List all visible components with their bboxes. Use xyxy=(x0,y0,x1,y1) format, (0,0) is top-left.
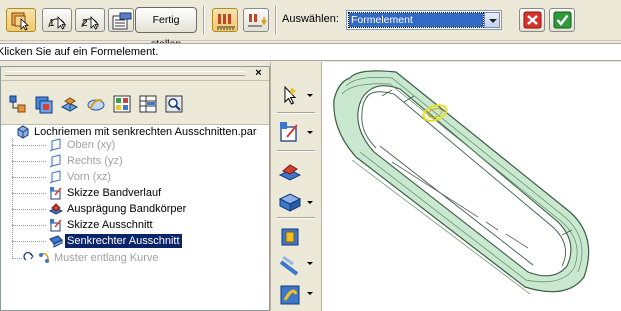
step1-icon: 1 xyxy=(48,15,66,30)
pattern-icon[interactable] xyxy=(277,252,303,278)
table-icon[interactable] xyxy=(137,93,159,115)
finish-button[interactable]: Fertig stellen xyxy=(135,7,197,50)
pattern-along-curve-icon xyxy=(39,252,49,263)
feature-properties-button[interactable] xyxy=(108,8,134,32)
sketch-icon[interactable] xyxy=(85,93,107,115)
tree-item-label: Muster entlang Kurve xyxy=(54,252,159,264)
tree-connector xyxy=(12,177,46,178)
select-filter-dropdown[interactable]: Formelement xyxy=(346,10,502,30)
normal-cutout-icon xyxy=(49,235,63,248)
step2-icon: 2 xyxy=(81,15,99,30)
sketch-icon xyxy=(50,219,62,232)
cutout-icon[interactable] xyxy=(277,189,303,215)
select-arrow-icon[interactable] xyxy=(277,82,303,108)
thin-wall-icon[interactable] xyxy=(277,224,303,250)
tree-connector xyxy=(12,241,46,242)
cancel-button[interactable] xyxy=(519,8,545,32)
chevron-down-icon[interactable] xyxy=(307,262,313,265)
tree-item-label: Oben (xy) xyxy=(67,139,116,151)
close-icon[interactable]: × xyxy=(252,68,265,79)
step2-number: 2 xyxy=(82,18,88,29)
feature-tree-icon[interactable] xyxy=(7,93,29,115)
toolbar-separator xyxy=(203,6,205,34)
tree-connector xyxy=(12,145,46,146)
toolbar-separator xyxy=(275,6,277,34)
select-filter-value: Formelement xyxy=(348,12,484,28)
accept-button[interactable] xyxy=(549,8,575,32)
sketch-plane-icon[interactable] xyxy=(277,119,303,145)
prompt-bar: Klicken Sie auf ein Formelement. xyxy=(0,43,621,61)
smart-dimension-icon xyxy=(248,14,267,27)
protrusion-icon[interactable] xyxy=(277,160,303,186)
tree-connector xyxy=(12,161,46,162)
step1-number: 1 xyxy=(49,18,55,29)
hole-icon[interactable] xyxy=(277,282,303,308)
tree-item-label: Ausprägung Bandkörper xyxy=(67,203,187,215)
cancel-icon xyxy=(523,11,542,29)
part-document-icon xyxy=(17,125,29,139)
chevron-down-icon[interactable] xyxy=(307,292,313,295)
accept-icon xyxy=(553,11,572,29)
rectangular-pattern-icon xyxy=(217,14,235,30)
error-link-icon xyxy=(23,251,34,261)
step1-button[interactable]: 1 xyxy=(42,8,72,32)
library-icon[interactable] xyxy=(111,93,133,115)
tree-connector xyxy=(12,193,46,194)
tree-item-label: Vorn (xz) xyxy=(67,171,112,183)
pathfinder-header: × xyxy=(1,67,269,81)
reference-plane-icon xyxy=(49,138,61,152)
step2-button[interactable]: 2 xyxy=(75,8,105,32)
rectangular-pattern-button[interactable] xyxy=(212,8,238,32)
belt-model[interactable] xyxy=(322,62,621,311)
select-filter-label: Auswählen: xyxy=(282,13,339,25)
reference-plane-icon xyxy=(49,154,61,168)
toolbar-separator xyxy=(277,150,315,152)
chevron-down-icon[interactable] xyxy=(307,131,313,134)
pathfinder-pane: × Lochriemen mit senkrechten Ausschnitte… xyxy=(0,66,270,311)
tree-item-label: Skizze Ausschnitt xyxy=(67,219,153,231)
tree-connector xyxy=(12,258,22,259)
select-part-icon xyxy=(11,12,30,31)
toolbar-separator xyxy=(277,217,315,219)
tree-item-label: Skizze Bandverlauf xyxy=(67,187,162,199)
feature-tree: Lochriemen mit senkrechten Ausschnitten.… xyxy=(1,125,269,310)
chevron-down-icon[interactable] xyxy=(484,12,500,28)
toolbar-separator xyxy=(277,112,315,114)
protrusion-icon xyxy=(49,203,63,215)
pathfinder-tabs xyxy=(1,81,269,125)
tree-item-label: Rechts (yz) xyxy=(67,155,123,167)
tree-connector xyxy=(12,209,46,210)
tree-connector xyxy=(12,225,46,226)
tree-item-label: Senkrechter Ausschnitt xyxy=(65,234,182,248)
reference-plane-icon xyxy=(49,170,61,184)
drag-handle[interactable] xyxy=(5,71,245,76)
chevron-down-icon[interactable] xyxy=(307,201,313,204)
features-toolbar xyxy=(270,62,322,311)
smart-dimension-button[interactable] xyxy=(243,8,269,32)
tree-root-label: Lochriemen mit senkrechten Ausschnitten.… xyxy=(34,126,257,138)
layers-icon[interactable] xyxy=(33,93,55,115)
feature-properties-icon xyxy=(112,12,132,30)
feature-toolbar: 1 2 Fertig stellen xyxy=(0,0,621,50)
sketch-icon xyxy=(50,187,62,200)
assembly-icon[interactable] xyxy=(59,93,81,115)
select-part-button[interactable] xyxy=(6,8,36,32)
zoom-icon[interactable] xyxy=(163,93,185,115)
graphics-viewport[interactable] xyxy=(322,62,621,311)
chevron-down-icon[interactable] xyxy=(307,94,313,97)
